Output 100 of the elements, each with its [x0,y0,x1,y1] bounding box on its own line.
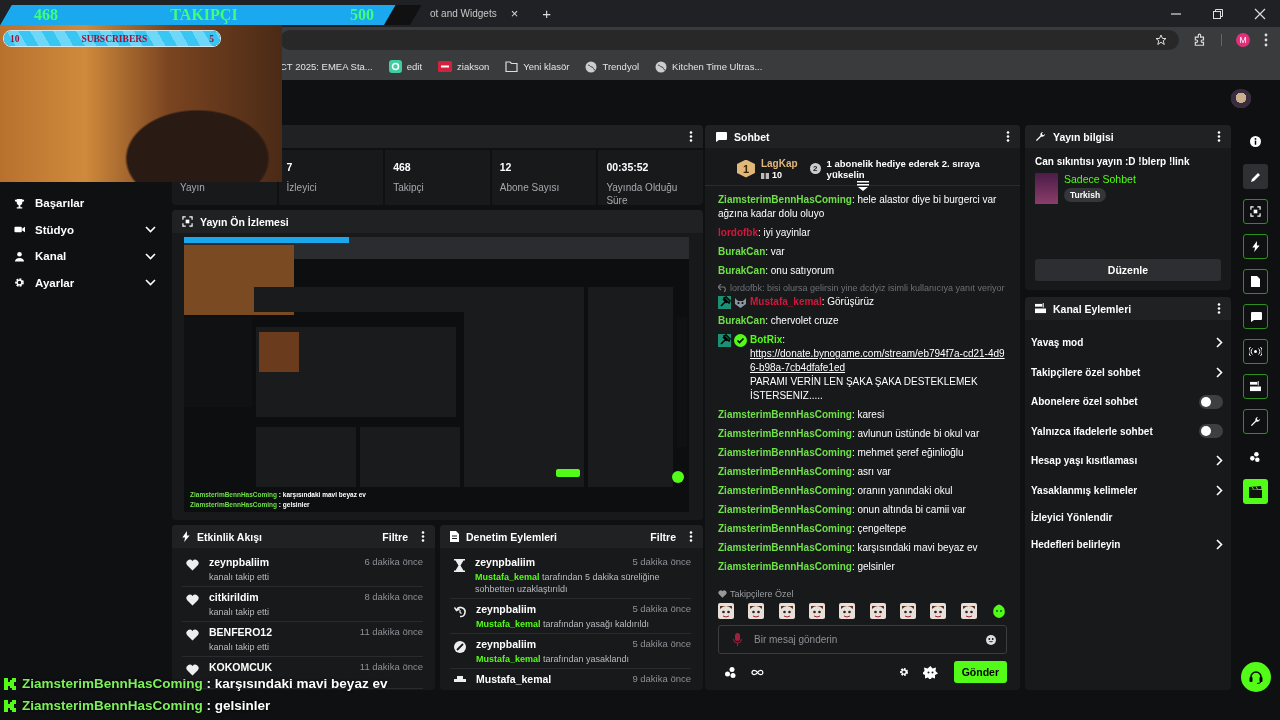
profile-avatar[interactable]: M [1236,33,1250,47]
new-tab-button[interactable]: + [542,5,552,22]
emote-icon[interactable] [718,603,734,619]
timestamp: 5 dakika önce [632,603,691,615]
bookmark[interactable]: Trendyol [585,60,640,73]
dots-icon[interactable] [725,666,737,678]
timestamp: 6 dakika önce [364,556,423,568]
more-icon[interactable] [1217,131,1221,142]
infinity-icon[interactable] [751,668,764,676]
focus-icon [1250,206,1261,217]
channel-action[interactable]: Yavaş mod [1031,337,1084,349]
channel-action[interactable]: Yalnızca ifadelerle sohbet [1031,425,1153,437]
pencil-button[interactable] [1243,164,1268,189]
chat-message: ZiamsterimBennHasComing: çengeltepe [718,522,908,536]
chat-message: BurakCan: chervolet cruze [718,314,840,328]
more-icon[interactable] [1217,303,1221,314]
emote-icon[interactable] [809,603,825,619]
chat-overlay-line: ZiamsterimBennHasComing : karşısındaki mavi beyaz ev [22,676,388,691]
lightning-button[interactable] [1243,234,1268,259]
chat-message: ZiamsterimBennHasComing: karşısındaki mavi beyaz ev [718,541,979,555]
more-icon[interactable] [1006,131,1010,142]
gift-count: 10 [771,169,782,180]
support-button[interactable] [1240,662,1271,692]
chat-message: ZiamsterimBennHasComing: gelsinler [718,560,896,574]
badge-icon[interactable] [922,665,938,679]
toggle-switch[interactable] [1199,424,1223,439]
close-icon[interactable] [1254,7,1266,20]
subscriber-count: 10 [10,33,20,44]
rank-badge: 1 [737,159,755,178]
chevron-right-icon [1216,366,1223,378]
emote-icon[interactable] [778,603,795,619]
chat-message: ZiamsterimBennHasComing: mehmet şeref eğinlioğlu [718,446,965,460]
bookmark[interactable]: Yeni klasör [505,61,570,72]
menu-icon[interactable] [1264,33,1268,47]
chat-button[interactable] [1243,304,1268,329]
heart-icon [186,559,199,571]
follower-count: 468 [34,6,58,24]
clapperboard-button[interactable] [1243,479,1268,504]
emote-icon[interactable] [748,603,765,619]
emote-icon[interactable] [899,603,916,619]
channel-action[interactable]: Takipçilere özel sohbet [1031,366,1141,378]
heart-icon [718,590,727,598]
send-button[interactable]: Gönder [953,661,1007,683]
bookmark[interactable]: edit [388,60,423,73]
sidebar-item[interactable]: Ayarlar [0,269,170,296]
filter-button[interactable]: Filtre [650,530,676,543]
star-icon[interactable] [1155,34,1167,46]
emote-icon[interactable] [930,603,947,619]
broadcast-button[interactable] [1243,339,1268,364]
message-input[interactable]: Bir mesaj gönderin [752,633,976,646]
sidebar-item[interactable]: Başarılar [0,190,170,217]
reply-preview[interactable]: lordofbk: bisi olursa gelirsin yine dcdyiz isimli kullanıcıya yanıt veriyor [730,283,1005,293]
studio-button[interactable] [1243,374,1268,399]
sidebar-item[interactable]: Kanal [0,243,170,270]
close-tab-button[interactable]: × [510,6,519,21]
edit-button[interactable]: Düzenle [1035,259,1221,281]
emote-icon[interactable] [839,603,856,619]
wrench-button[interactable] [1243,409,1268,434]
bookmark[interactable]: Kitchen Time Ultras... [655,60,763,73]
logo-icon [438,61,453,72]
chat-icon [1249,311,1262,322]
collapse-icon[interactable] [856,181,869,191]
tag[interactable]: Turkish [1064,188,1107,202]
emote-icon[interactable] [869,603,886,619]
category-link[interactable]: Sadece Sohbet [1064,173,1136,185]
donation-link[interactable]: https://donate.bynogame.com/stream/eb794f7a-cd21-4d96-b98a-7cb4dfafe1ed [750,347,1008,375]
more-icon[interactable] [689,531,693,542]
settings-icon[interactable] [898,667,909,677]
emote-icon[interactable] [960,603,977,619]
action-description: Mustafa_kemal tarafından yasaklandı [476,653,631,665]
chevron-right-icon [1216,484,1223,496]
more-icon[interactable] [689,131,693,142]
document-button[interactable] [1243,269,1268,294]
category-thumbnail [1035,173,1058,204]
chat-message: lordofbk: iyi yayinlar [718,226,812,240]
channel-action[interactable]: Yasaklanmış kelimeler [1031,484,1138,496]
extensions-icon[interactable] [1193,33,1207,47]
message-field[interactable]: Bir mesaj gönderin [718,625,1007,654]
emoji-icon[interactable] [986,634,996,645]
channel-action[interactable]: İzleyici Yönlendir [1031,512,1113,523]
filter-button[interactable]: Filtre [382,530,408,543]
chat-message: ZiamsterimBennHasComing: karesi [718,408,886,422]
event-description: kanalı takip etti [209,641,271,653]
restore-icon[interactable] [1212,7,1224,20]
more-icon[interactable] [421,531,425,542]
chat-message: ZiamsterimBennHasComing: hele alastor diye bi burgerci var ağzına kadar dolu oluyo [718,193,998,221]
focus-button[interactable] [1243,199,1268,224]
leaderboard-goal: 1 abonelik hediye ederek 2. sıraya yükselin [826,157,981,180]
chat-message: ZiamsterimBennHasComing: asrı var [718,465,892,479]
bookmark[interactable]: ziakson [438,61,490,72]
emote-icon[interactable] [990,603,1007,619]
channel-avatar[interactable] [1230,89,1252,111]
sidebar-item[interactable]: Stüdyo [0,216,170,243]
panel-title: Yayın bilgisi [1053,130,1114,143]
channel-action[interactable]: Hesap yaşı kısıtlaması [1031,455,1138,467]
channel-action[interactable]: Abonelere özel sohbet [1031,396,1138,408]
document-icon [450,531,459,542]
channel-action[interactable]: Hedefleri belirleyin [1031,539,1121,551]
toggle-switch[interactable] [1199,394,1223,409]
event-description: kanalı takip etti [209,606,271,618]
